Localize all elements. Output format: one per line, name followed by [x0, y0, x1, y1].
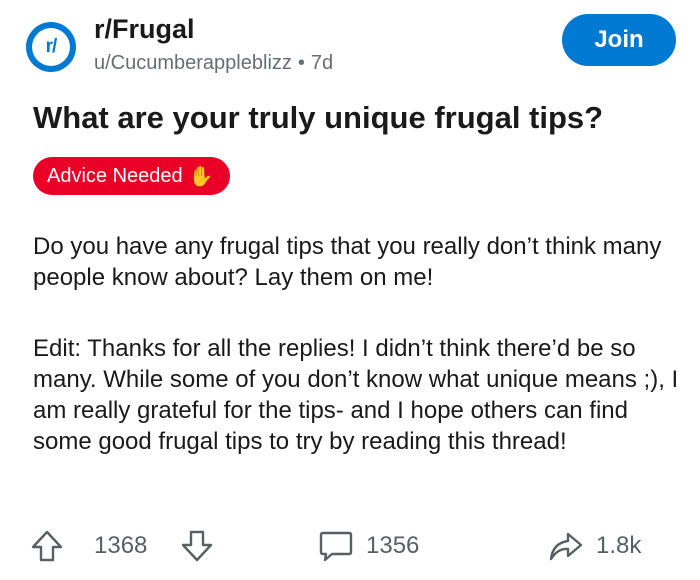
post-body-paragraph: Do you have any frugal tips that you rea…: [33, 233, 662, 291]
post-flair[interactable]: Advice Needed ✋: [33, 157, 230, 195]
share-button[interactable]: 1.8k: [548, 522, 641, 570]
join-button[interactable]: Join: [562, 14, 676, 66]
share-count: 1.8k: [596, 532, 642, 559]
upvote-button[interactable]: [30, 522, 64, 570]
comment-count: 1356: [366, 532, 420, 559]
post-header: r/ r/Frugal u/Cucumberappleblizz • 7d Join: [26, 12, 676, 82]
downvote-button[interactable]: [180, 522, 214, 570]
author-name[interactable]: u/Cucumberappleblizz: [94, 52, 292, 74]
subreddit-name[interactable]: r/Frugal: [94, 14, 195, 45]
post-meta: u/Cucumberappleblizz • 7d: [94, 52, 333, 75]
post-action-bar: 1368 1356 1.8k: [30, 522, 670, 570]
comments-button[interactable]: 1356: [318, 522, 419, 570]
comment-bubble-icon: [319, 531, 353, 562]
share-arrow-icon: [549, 532, 583, 561]
subreddit-avatar-text: r/: [32, 28, 70, 66]
vote-count: 1368: [94, 532, 148, 559]
post-title[interactable]: What are your truly unique frugal tips?: [33, 98, 673, 138]
raised-hand-icon: ✋: [188, 165, 214, 188]
arrow-down-icon: [181, 530, 213, 562]
flair-label: Advice Needed: [47, 164, 183, 187]
arrow-up-icon: [31, 530, 63, 562]
meta-separator: •: [297, 52, 305, 74]
post-body-paragraph: Edit: Thanks for all the replies! I didn…: [33, 335, 679, 455]
post-age: 7d: [310, 52, 334, 74]
subreddit-avatar[interactable]: r/: [26, 22, 76, 72]
